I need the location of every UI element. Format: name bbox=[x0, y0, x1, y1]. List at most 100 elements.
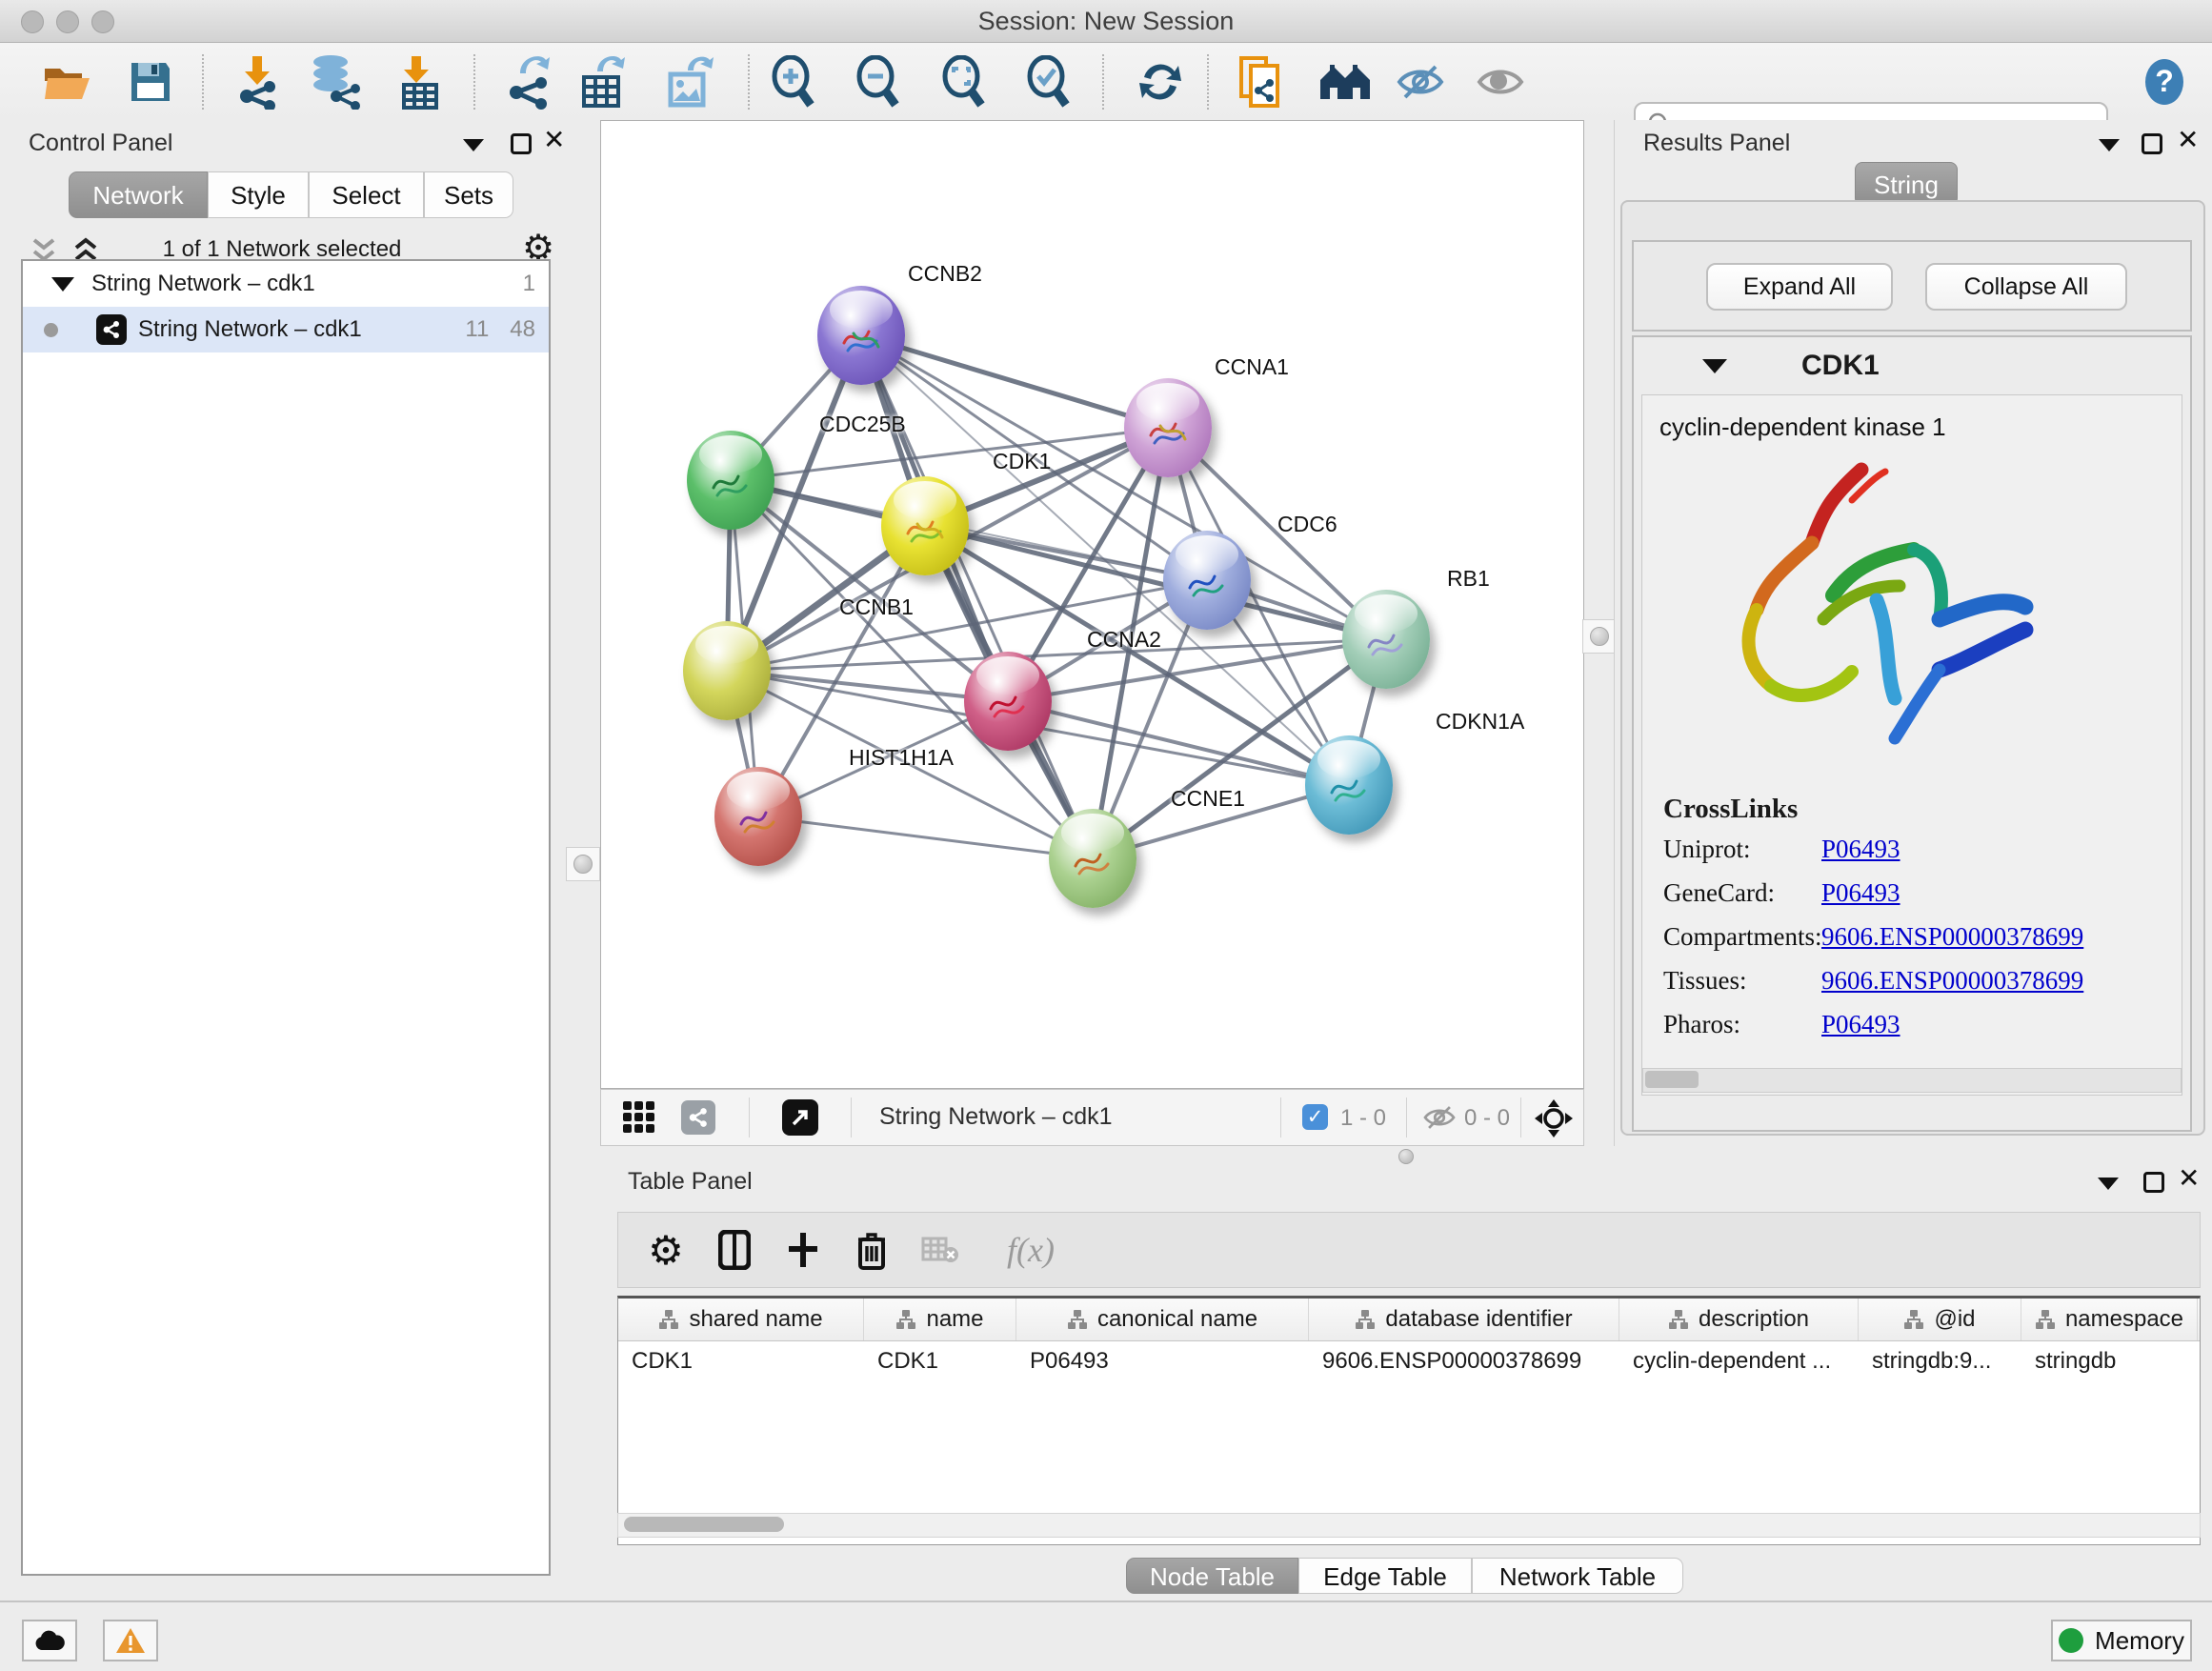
selected-checkbox-icon[interactable]: ✓ bbox=[1302, 1104, 1328, 1130]
left-splitter-handle[interactable] bbox=[566, 847, 600, 881]
export-image-button[interactable] bbox=[659, 51, 720, 112]
float-panel-icon[interactable] bbox=[2143, 1172, 2164, 1193]
network-collection-row[interactable]: String Network – cdk1 1 bbox=[23, 261, 549, 307]
column-header-namespace[interactable]: namespace bbox=[2021, 1299, 2198, 1340]
show-columns-icon[interactable] bbox=[714, 1229, 755, 1271]
close-panel-icon[interactable]: ✕ bbox=[2178, 1168, 2200, 1189]
tab-style[interactable]: Style bbox=[208, 171, 309, 218]
share-document-button[interactable] bbox=[1230, 51, 1291, 112]
node-rb1[interactable] bbox=[1342, 590, 1430, 689]
add-column-icon[interactable] bbox=[782, 1229, 824, 1271]
crosslink-link[interactable]: P06493 bbox=[1821, 1010, 1900, 1039]
toolbar-separator bbox=[202, 54, 204, 110]
column-header--id[interactable]: @id bbox=[1859, 1299, 2021, 1340]
column-header-database-identifier[interactable]: database identifier bbox=[1309, 1299, 1619, 1340]
cdk1-section-header[interactable]: CDK1 bbox=[1634, 337, 2190, 394]
node-cdc6[interactable] bbox=[1163, 531, 1251, 630]
expand-all-button[interactable]: Expand All bbox=[1706, 263, 1893, 311]
crosslink-row: GeneCard:P06493 bbox=[1642, 878, 2182, 922]
refresh-button[interactable] bbox=[1130, 51, 1191, 112]
table-cell[interactable]: cyclin-dependent ... bbox=[1619, 1340, 1859, 1382]
delete-column-icon[interactable] bbox=[851, 1229, 893, 1271]
cloud-button[interactable] bbox=[22, 1620, 77, 1661]
column-header-canonical-name[interactable]: canonical name bbox=[1016, 1299, 1309, 1340]
table-hscrollbar[interactable] bbox=[617, 1513, 2201, 1538]
column-header-description[interactable]: description bbox=[1619, 1299, 1859, 1340]
node-hist1h1a[interactable] bbox=[714, 767, 802, 866]
open-session-button[interactable] bbox=[37, 51, 98, 112]
show-hide-panel-button[interactable] bbox=[1390, 51, 1451, 112]
close-panel-icon[interactable]: ✕ bbox=[543, 130, 565, 151]
warnings-button[interactable] bbox=[103, 1620, 158, 1661]
node-ccnb2[interactable] bbox=[817, 286, 905, 385]
network-overview-share-icon[interactable] bbox=[681, 1100, 715, 1135]
import-network-button[interactable] bbox=[227, 51, 288, 112]
node-table[interactable]: shared namenamecanonical namedatabase id… bbox=[617, 1296, 2201, 1545]
titlebar: Session: New Session bbox=[0, 0, 2212, 43]
collapse-all-button[interactable]: Collapse All bbox=[1925, 263, 2127, 311]
home-button[interactable] bbox=[1315, 51, 1376, 112]
panel-menu-icon[interactable] bbox=[463, 139, 484, 151]
detach-view-icon[interactable] bbox=[782, 1099, 818, 1136]
crosslink-link[interactable]: 9606.ENSP00000378699 bbox=[1821, 966, 2083, 996]
zoom-in-button[interactable] bbox=[763, 51, 824, 112]
zoom-selected-button[interactable] bbox=[1018, 51, 1079, 112]
tab-network-table[interactable]: Network Table bbox=[1472, 1558, 1683, 1594]
horizontal-splitter-handle[interactable] bbox=[1398, 1149, 1414, 1164]
section-expander-icon[interactable] bbox=[1702, 359, 1727, 373]
close-panel-icon[interactable]: ✕ bbox=[2177, 130, 2199, 151]
import-table-button[interactable] bbox=[388, 51, 449, 112]
network-row[interactable]: String Network – cdk1 11 48 bbox=[23, 307, 549, 352]
column-header-name[interactable]: name bbox=[864, 1299, 1016, 1340]
table-cell[interactable]: stringdb:9... bbox=[1859, 1340, 2021, 1382]
table-cell[interactable]: 9606.ENSP00000378699 bbox=[1309, 1340, 1619, 1382]
fit-selected-crosshair-icon[interactable] bbox=[1533, 1097, 1575, 1144]
node-ccna2[interactable] bbox=[964, 652, 1052, 751]
tab-node-table[interactable]: Node Table bbox=[1126, 1558, 1298, 1594]
float-panel-icon[interactable] bbox=[511, 133, 532, 154]
node-cdk1[interactable] bbox=[881, 476, 969, 575]
node-cdc25b[interactable] bbox=[687, 431, 774, 530]
refresh-icon bbox=[1136, 58, 1184, 106]
results-hscrollbar[interactable] bbox=[1642, 1068, 2182, 1093]
table-cell[interactable]: CDK1 bbox=[864, 1340, 1016, 1382]
help-button[interactable]: ? bbox=[2134, 51, 2195, 112]
export-table-button[interactable] bbox=[572, 51, 633, 112]
float-panel-icon[interactable] bbox=[2142, 133, 2162, 154]
export-network-button[interactable] bbox=[499, 51, 560, 112]
tab-sets[interactable]: Sets bbox=[424, 171, 513, 218]
node-ccnb1[interactable] bbox=[683, 621, 771, 720]
network-bullet-icon bbox=[44, 323, 58, 337]
crosslink-link[interactable]: 9606.ENSP00000378699 bbox=[1821, 922, 2083, 952]
table-cell[interactable]: P06493 bbox=[1016, 1340, 1309, 1382]
table-cell[interactable]: stringdb bbox=[2021, 1340, 2198, 1382]
collection-expander-icon[interactable] bbox=[51, 277, 74, 292]
table-settings-gear-icon[interactable]: ⚙ bbox=[645, 1229, 687, 1271]
save-session-button[interactable] bbox=[120, 51, 181, 112]
left-splitter[interactable] bbox=[564, 120, 600, 1601]
birds-eye-grid-icon[interactable] bbox=[622, 1100, 656, 1139]
tab-select[interactable]: Select bbox=[309, 171, 424, 218]
panel-menu-icon[interactable] bbox=[2099, 139, 2120, 151]
node-ccne1[interactable] bbox=[1049, 809, 1136, 908]
help-icon: ? bbox=[2143, 57, 2185, 107]
import-network-database-button[interactable] bbox=[305, 51, 366, 112]
right-splitter-handle[interactable] bbox=[1582, 619, 1617, 654]
zoom-fit-button[interactable] bbox=[934, 51, 995, 112]
panel-menu-icon[interactable] bbox=[2098, 1178, 2119, 1190]
column-header-shared-name[interactable]: shared name bbox=[618, 1299, 864, 1340]
crosslink-link[interactable]: P06493 bbox=[1821, 878, 1900, 908]
node-cdkn1a[interactable] bbox=[1305, 735, 1393, 835]
right-splitter[interactable] bbox=[1584, 120, 1614, 1146]
tab-edge-table[interactable]: Edge Table bbox=[1298, 1558, 1472, 1594]
table-cell[interactable]: CDK1 bbox=[618, 1340, 864, 1382]
memory-button[interactable]: Memory bbox=[2051, 1620, 2192, 1661]
network-canvas[interactable]: CCNB2CCNA1CDC25BCDK1CDC6RB1CCNB1CCNA2CDK… bbox=[600, 120, 1584, 1089]
zoom-out-button[interactable] bbox=[848, 51, 909, 112]
hidden-eye-icon[interactable] bbox=[1422, 1103, 1457, 1137]
tab-network[interactable]: Network bbox=[69, 171, 208, 218]
crosslink-link[interactable]: P06493 bbox=[1821, 835, 1900, 864]
horizontal-splitter[interactable] bbox=[600, 1146, 2212, 1164]
eye-button[interactable] bbox=[1470, 51, 1531, 112]
node-ccna1[interactable] bbox=[1124, 378, 1212, 477]
